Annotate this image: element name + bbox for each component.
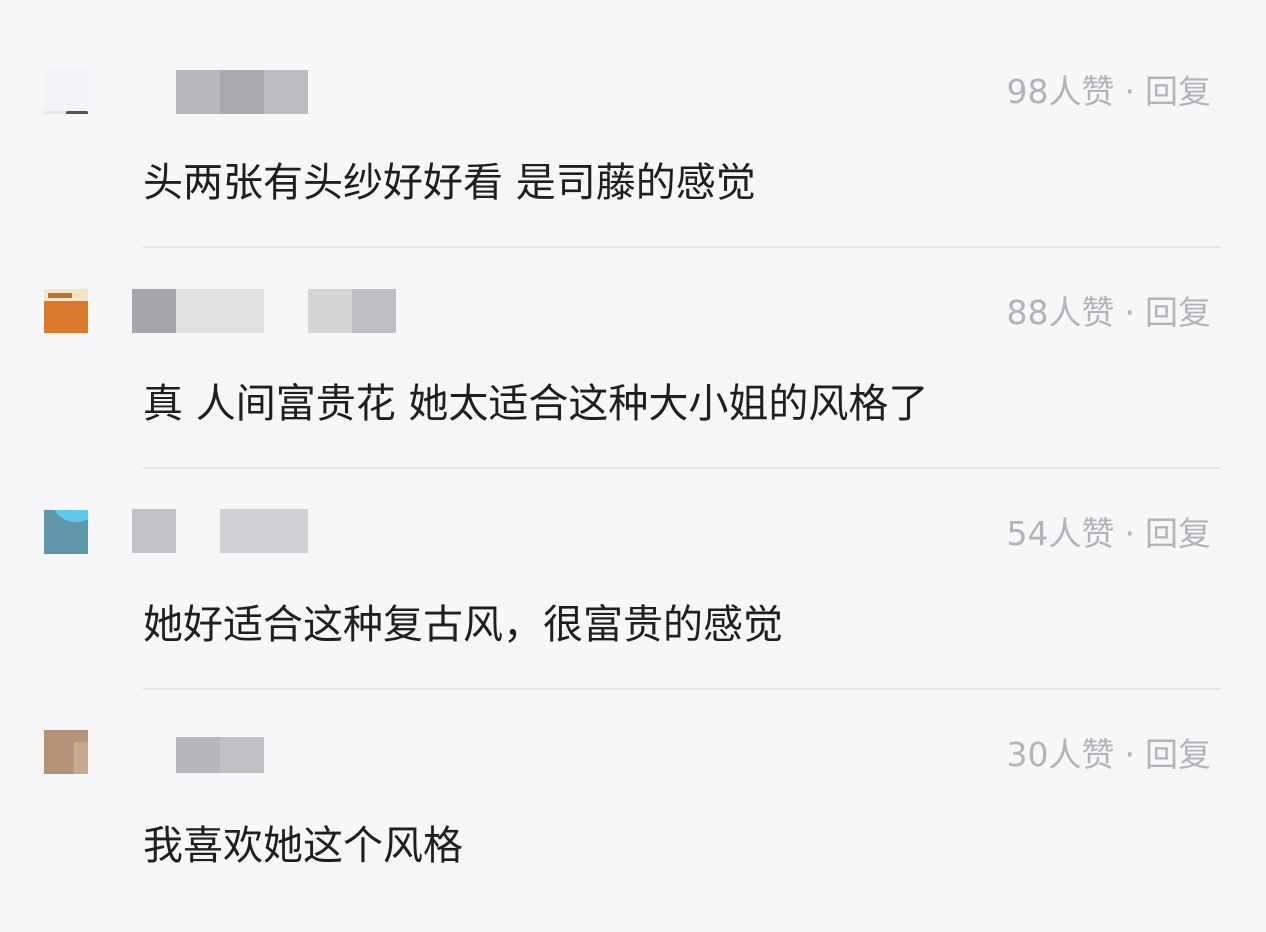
comment-item: 54人赞 · 回复 她好适合这种复古风，很富贵的感觉 (0, 490, 1266, 711)
comment-text: 头两张有头纱好好看 是司藤的感觉 (143, 160, 756, 206)
meta-separator: · (1124, 72, 1136, 111)
username-mosaic-block (176, 289, 264, 333)
like-count[interactable]: 88 (1007, 291, 1049, 335)
like-count[interactable]: 98 (1007, 70, 1049, 114)
comment-divider (143, 688, 1221, 690)
reply-button[interactable]: 回复 (1145, 512, 1211, 556)
username-blurred[interactable] (132, 289, 396, 333)
comment-text: 我喜欢她这个风格 (143, 823, 463, 869)
comment-divider (143, 246, 1221, 248)
username-mosaic-block (352, 289, 396, 333)
like-count[interactable]: 54 (1007, 512, 1049, 556)
comment-text: 她好适合这种复古风，很富贵的感觉 (143, 602, 783, 648)
meta-separator: · (1124, 514, 1136, 553)
like-unit-label: 人赞 (1048, 72, 1115, 111)
like-count[interactable]: 30 (1007, 733, 1049, 777)
comment-divider (143, 467, 1221, 469)
reply-button[interactable]: 回复 (1145, 70, 1211, 114)
avatar[interactable] (44, 289, 88, 333)
meta-separator: · (1124, 735, 1136, 774)
comment-item: 30人赞 · 回复 我喜欢她这个风格 (0, 711, 1266, 932)
comment-item: 88人赞 · 回复 真 人间富贵花 她太适合这种大小姐的风格了 (0, 269, 1266, 490)
reply-button[interactable]: 回复 (1145, 291, 1211, 335)
like-unit-label: 人赞 (1048, 293, 1115, 332)
username-mosaic-block (220, 737, 264, 773)
username-mosaic-block (176, 737, 220, 773)
reply-button[interactable]: 回复 (1145, 733, 1211, 777)
avatar[interactable] (44, 70, 88, 114)
username-mosaic-block (132, 509, 176, 553)
username-mosaic-block (220, 509, 308, 553)
avatar[interactable] (44, 730, 88, 774)
comment-meta: 54人赞 · 回复 (1007, 512, 1212, 556)
username-blurred[interactable] (176, 737, 264, 781)
username-mosaic-block (264, 70, 308, 114)
comment-text: 真 人间富贵花 她太适合这种大小姐的风格了 (143, 381, 929, 427)
username-mosaic-block (132, 289, 176, 333)
username-mosaic-block (308, 289, 352, 333)
username-blurred[interactable] (176, 70, 308, 114)
username-blurred[interactable] (132, 509, 308, 553)
comment-item: 98人赞 · 回复 头两张有头纱好好看 是司藤的感觉 (0, 48, 1266, 269)
avatar[interactable] (44, 510, 88, 554)
comment-meta: 98人赞 · 回复 (1007, 70, 1212, 114)
like-unit-label: 人赞 (1048, 735, 1115, 774)
like-unit-label: 人赞 (1048, 514, 1115, 553)
comment-list: 98人赞 · 回复 头两张有头纱好好看 是司藤的感觉 88人赞 · 回复 真 人间富贵花… (0, 0, 1266, 904)
comment-meta: 30人赞 · 回复 (1007, 733, 1212, 777)
username-mosaic-block (176, 70, 220, 114)
meta-separator: · (1124, 293, 1136, 332)
username-mosaic-block (220, 70, 264, 114)
comment-meta: 88人赞 · 回复 (1007, 291, 1212, 335)
